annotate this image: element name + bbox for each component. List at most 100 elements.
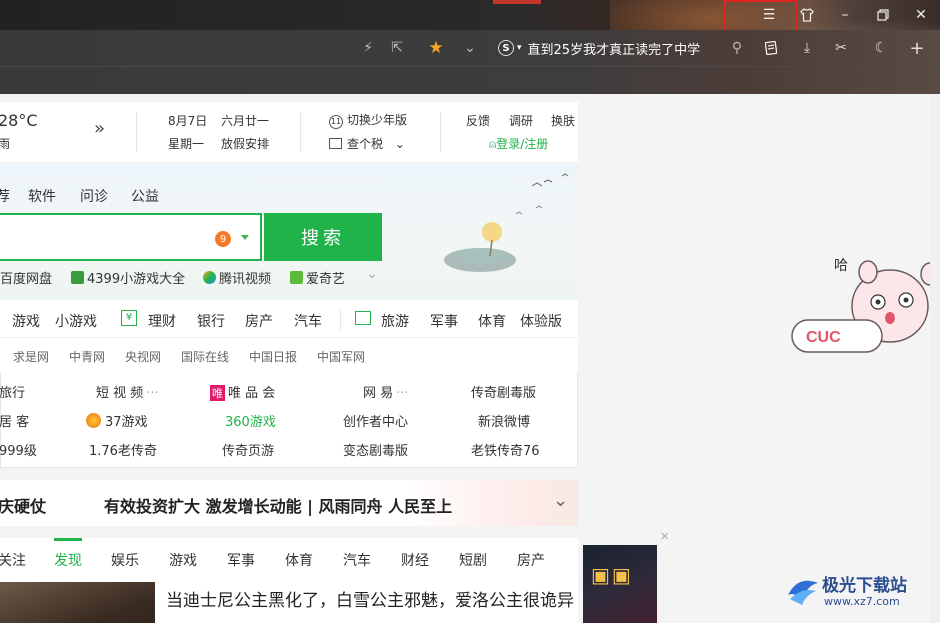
quicklink-label: 百度网盘 [0,272,53,287]
nav-mini-games[interactable]: 小游戏 [55,311,97,331]
toolbar: ⚡ ⇱ ★ ⌄ S ▾ 直到25岁我才真正读完了中学 ⚲ ⤓ ✂ ☾ + [0,30,940,66]
weather-expand-icon[interactable]: » [94,118,105,139]
quicklink-tencent-video[interactable]: 腾讯视频 [203,268,271,287]
tax-link[interactable]: 查个税 ⌄ [329,135,405,152]
nav-military[interactable]: 军事 [430,311,458,331]
bookmark-star-button[interactable]: ★ [424,30,448,66]
login-link[interactable]: ⍝登录/注册 [489,135,548,152]
divider [440,112,441,152]
skin-link[interactable]: 换肤 [551,112,575,129]
divider [340,310,341,330]
feed-tab-discover[interactable]: 发现 [54,550,82,570]
page-scrollbar[interactable] [930,94,940,623]
quicklink-4399[interactable]: 4399小游戏大全 [71,268,185,287]
feed-tab-sports[interactable]: 体育 [285,550,313,570]
search-notification-badge[interactable]: 9 [215,231,231,247]
search-button[interactable]: 搜索 [264,213,382,261]
close-button[interactable]: ✕ [902,0,940,30]
search-tab-partial[interactable]: 荐 [0,186,10,206]
download-button[interactable]: ⤓ [794,30,820,66]
nav-auto[interactable]: 汽车 [294,311,322,331]
search-engine-dropdown-icon[interactable] [241,235,249,240]
nav-qiushi[interactable]: 求是网 [13,348,49,365]
site-link[interactable]: 360游戏 [225,411,276,430]
site-link[interactable]: 居 客 [0,411,29,430]
feed-tab-games[interactable]: 游戏 [169,550,197,570]
site-link[interactable]: 新浪微博 [478,411,530,430]
feed-tab-short-drama[interactable]: 短剧 [459,550,487,570]
news-ticker[interactable]: S ▾ 直到25岁我才真正读完了中学 [498,30,700,66]
ad-close-icon[interactable]: ✕ [660,530,669,543]
new-tab-button[interactable]: + [904,30,930,66]
holiday-link[interactable]: 放假安排 [221,135,269,152]
night-mode-button[interactable]: ☾ [868,30,894,66]
feed-tab-real-estate[interactable]: 房产 [517,550,545,570]
plus-icon: + [909,37,925,59]
bookmark-dropdown[interactable]: ⌄ [458,30,482,66]
site-link[interactable]: 变态剧毒版 [343,440,408,459]
headline-main[interactable]: 有效投资扩大 激发增长动能 | 风雨同舟 人民至上 [104,493,452,517]
site-link[interactable]: 网 易 ··· [363,382,409,401]
solar-date: 8月7日 [168,114,208,128]
site-link[interactable]: 唯唯 品 会 [210,382,275,401]
site-link[interactable]: 旅行 [0,382,25,401]
news-ticker-text[interactable]: 直到25岁我才真正读完了中学 [528,39,701,58]
search-tab-charity[interactable]: 公益 [131,186,159,206]
feed-tab-finance[interactable]: 财经 [401,550,429,570]
site-link[interactable]: 短 视 频 ··· [96,382,159,401]
quicklinks-expand-icon[interactable]: ⌄ [366,266,378,282]
site-link[interactable]: 37游戏 [86,411,148,430]
nav-finance[interactable]: 理财 [148,311,176,331]
nav-real-estate[interactable]: 房产 [245,311,273,331]
youth-mode-link[interactable]: 11 切换少年版 [329,111,407,129]
site-link-label: 短 视 频 [96,386,144,401]
share-button[interactable]: ⇱ [385,30,409,66]
article-title[interactable]: 当迪士尼公主黑化了，白雪公主邪魅，爱洛公主很诡异 [166,586,574,611]
temperature[interactable]: 28°C [0,111,38,130]
game-ad-tile[interactable]: ▣▣ [583,545,657,623]
nav-games[interactable]: 游戏 [12,311,40,331]
quicklink-iqiyi[interactable]: 爱奇艺 [290,268,345,287]
site-link[interactable]: 1.76老传奇 [89,440,157,459]
site-link[interactable]: 传奇剧毒版 [471,382,536,401]
search-button[interactable]: ⚲ [724,30,750,66]
nav-youth-net[interactable]: 中青网 [69,348,105,365]
feed-tab-follow[interactable]: 关注 [0,550,26,570]
nav-cctv[interactable]: 央视网 [125,348,161,365]
restore-button[interactable] [864,0,902,30]
bookmark-bar [0,66,940,94]
nav-travel[interactable]: 旅游 [381,311,409,331]
site-link[interactable]: 999级 [0,440,37,459]
search-tab-medical[interactable]: 问诊 [80,186,108,206]
search-tab-software[interactable]: 软件 [28,186,56,206]
youth-mode-icon: 11 [329,115,343,129]
screenshot-button[interactable]: ✂ [826,30,856,66]
feed-tab-military[interactable]: 军事 [227,550,255,570]
site-link-label: 唯 品 会 [228,386,276,401]
nav-china-daily[interactable]: 中国日报 [249,348,297,365]
weather-condition[interactable]: 雨 [0,135,10,152]
search-input[interactable]: 9 [0,213,262,261]
feed-tab-entertainment[interactable]: 娱乐 [111,550,139,570]
notes-button[interactable] [758,30,784,66]
site-link[interactable]: 创作者中心 [343,411,408,430]
mascot-widget[interactable]: CUC 哈 [790,244,940,364]
nav-cri[interactable]: 国际在线 [181,348,229,365]
headline-left[interactable]: 庆硬仗 [0,493,46,517]
minimize-button[interactable]: – [826,0,864,30]
nav-military-net[interactable]: 中国军网 [317,348,365,365]
quicklink-baidu-pan[interactable]: 百度网盘 [0,268,52,287]
feed-tab-auto[interactable]: 汽车 [343,550,371,570]
ad-logo-icon: ▣▣ [591,563,633,587]
site-link[interactable]: 老铁传奇76 [471,440,540,459]
nav-bank[interactable]: 银行 [197,311,225,331]
nav-sports[interactable]: 体育 [478,311,506,331]
feedback-link[interactable]: 反馈 [466,112,490,129]
site-link[interactable]: 传奇页游 [222,440,274,459]
speed-mode-button[interactable]: ⚡ [356,30,380,66]
37-games-icon [86,413,101,428]
article-thumbnail[interactable] [0,582,155,623]
nav-beta[interactable]: 体验版 [520,311,562,331]
chevron-down-icon[interactable]: ⌄ [553,490,568,511]
survey-link[interactable]: 调研 [509,112,533,129]
